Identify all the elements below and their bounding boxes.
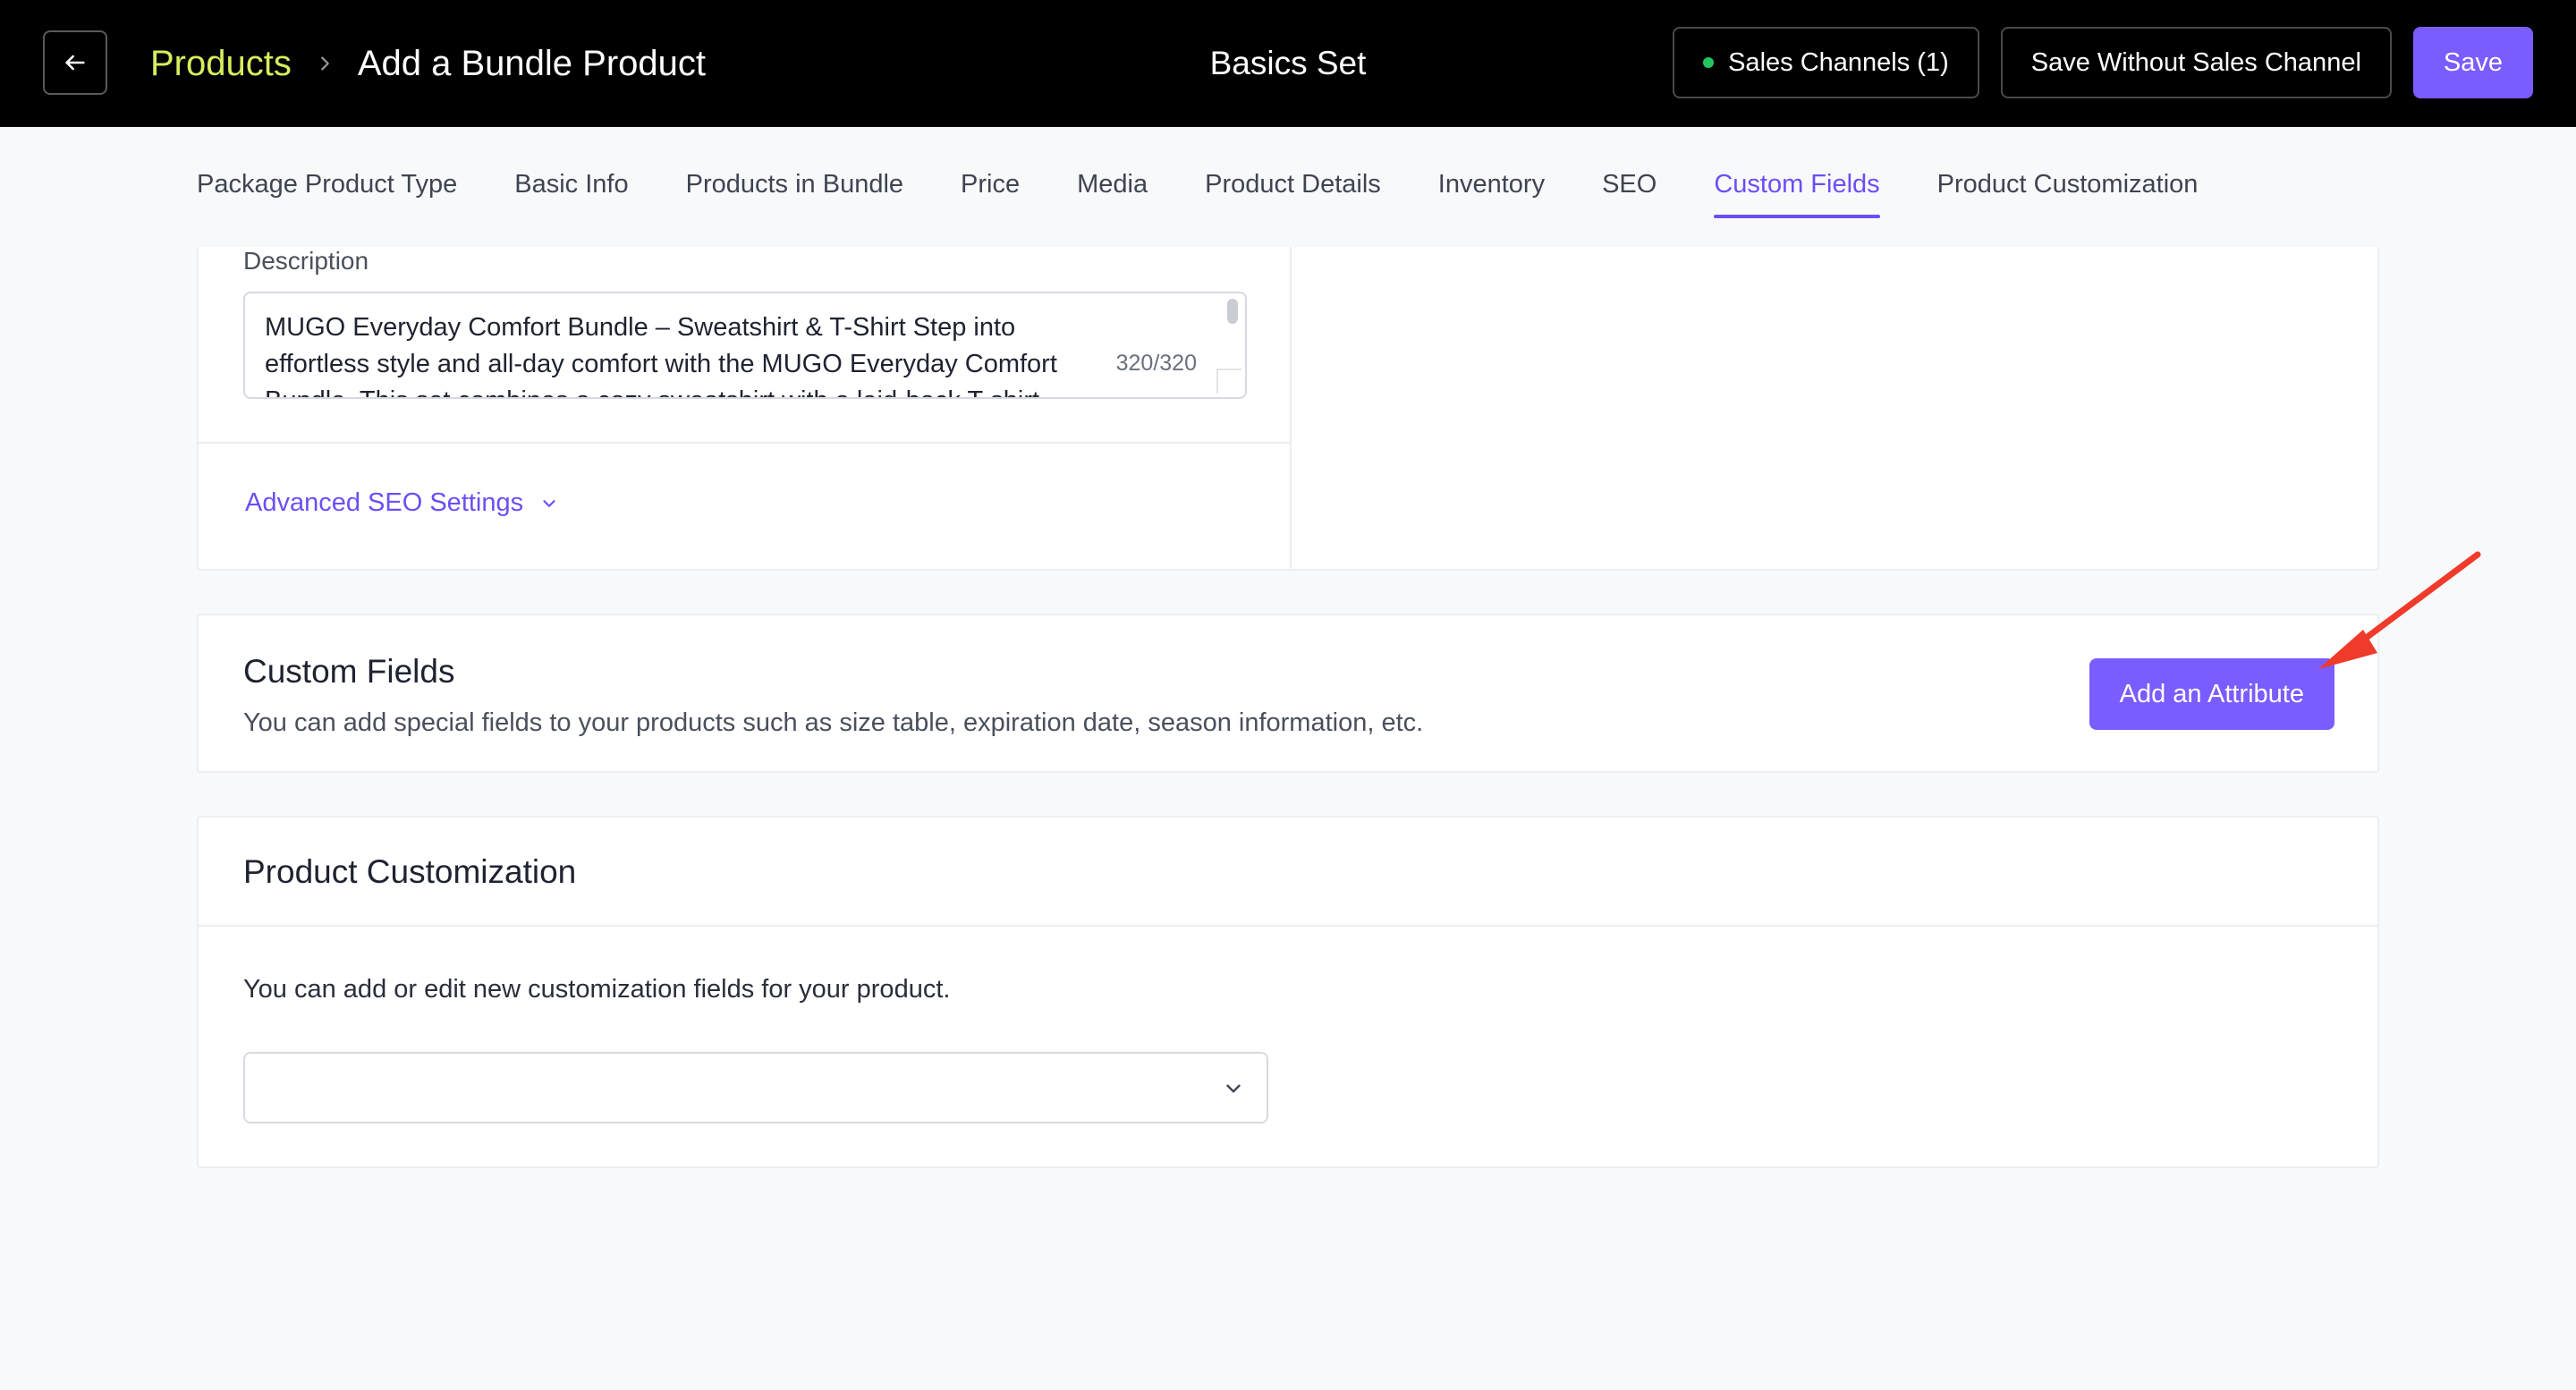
custom-fields-card: Custom Fields You can add special fields… bbox=[197, 614, 2379, 773]
chevron-right-icon bbox=[315, 54, 335, 73]
section-tabs: Package Product Type Basic Info Products… bbox=[197, 170, 2198, 233]
add-attribute-button[interactable]: Add an Attribute bbox=[2089, 658, 2334, 730]
back-button[interactable] bbox=[43, 30, 107, 95]
arrow-left-icon bbox=[65, 55, 85, 71]
customization-select[interactable] bbox=[243, 1052, 1268, 1123]
status-dot-icon bbox=[1703, 57, 1715, 68]
tab-media[interactable]: Media bbox=[1077, 170, 1148, 225]
description-char-counter: 320/320 bbox=[1110, 351, 1197, 377]
breadcrumb: Products Add a Bundle Product bbox=[150, 0, 706, 127]
textarea-scrollbar[interactable] bbox=[1227, 299, 1238, 324]
page-title: Add a Bundle Product bbox=[357, 43, 707, 83]
tab-product-customization[interactable]: Product Customization bbox=[1937, 170, 2199, 225]
tab-products-in-bundle[interactable]: Products in Bundle bbox=[686, 170, 903, 225]
sales-channels-button[interactable]: Sales Channels (1) bbox=[1673, 27, 1979, 98]
sales-channels-label: Sales Channels (1) bbox=[1728, 47, 1949, 77]
description-textarea[interactable]: MUGO Everyday Comfort Bundle – Sweatshir… bbox=[243, 292, 1247, 399]
tab-custom-fields[interactable]: Custom Fields bbox=[1714, 170, 1880, 225]
product-customization-header: Product Customization bbox=[199, 818, 2377, 927]
custom-fields-title: Custom Fields bbox=[243, 653, 455, 690]
advanced-seo-settings-label: Advanced SEO Settings bbox=[245, 488, 524, 517]
tab-package-product-type[interactable]: Package Product Type bbox=[197, 170, 457, 225]
top-bar: Products Add a Bundle Product Basics Set… bbox=[0, 0, 2576, 127]
tab-seo[interactable]: SEO bbox=[1602, 170, 1657, 225]
seo-form-column: Description MUGO Everyday Comfort Bundle… bbox=[199, 247, 1292, 569]
description-label: Description bbox=[243, 247, 369, 275]
top-actions: Sales Channels (1) Save Without Sales Ch… bbox=[1673, 27, 2533, 98]
save-button[interactable]: Save bbox=[2412, 27, 2533, 98]
tab-product-details[interactable]: Product Details bbox=[1205, 170, 1381, 225]
custom-fields-description: You can add special fields to your produ… bbox=[243, 708, 1424, 737]
product-customization-card: Product Customization You can add or edi… bbox=[197, 816, 2379, 1168]
tab-price[interactable]: Price bbox=[961, 170, 1020, 225]
save-without-sales-channel-button[interactable]: Save Without Sales Channel bbox=[2000, 27, 2392, 98]
breadcrumb-products-link[interactable]: Products bbox=[150, 44, 292, 84]
divider bbox=[199, 442, 1292, 444]
seo-card: Description MUGO Everyday Comfort Bundle… bbox=[197, 247, 2379, 571]
resize-handle-icon[interactable] bbox=[1216, 369, 1241, 394]
chevron-down-icon bbox=[543, 499, 555, 507]
chevron-down-icon bbox=[1226, 1084, 1241, 1093]
tab-inventory[interactable]: Inventory bbox=[1438, 170, 1545, 225]
product-customization-description: You can add or edit new customization fi… bbox=[243, 975, 951, 1004]
tab-basic-info[interactable]: Basic Info bbox=[514, 170, 628, 225]
product-customization-title: Product Customization bbox=[243, 853, 577, 890]
description-text: MUGO Everyday Comfort Bundle – Sweatshir… bbox=[265, 313, 1057, 397]
advanced-seo-settings-toggle[interactable]: Advanced SEO Settings bbox=[245, 488, 559, 518]
